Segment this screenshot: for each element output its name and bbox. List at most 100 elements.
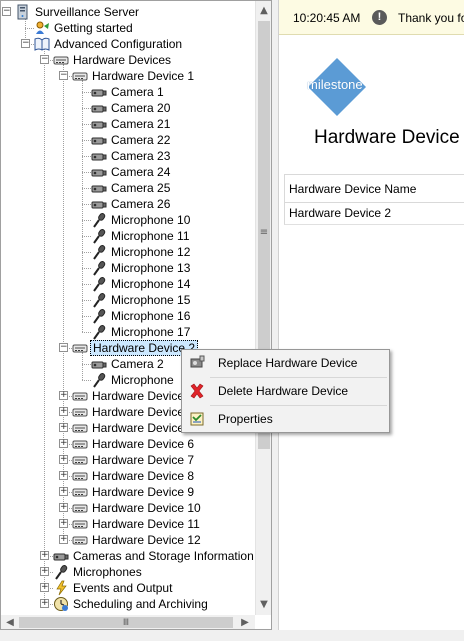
navigation-tree-pane: − Surveillance Server Getting started − Adva…	[0, 0, 272, 630]
horizontal-scroll-grip: Ⅲ	[122, 617, 130, 627]
expand-icon[interactable]: +	[59, 471, 68, 480]
tree-node-label: Camera 25	[111, 181, 171, 195]
tree-camera-1[interactable]: Camera 1	[1, 84, 255, 100]
menu-delete-hardware-device[interactable]: Delete Hardware Device	[184, 379, 387, 403]
expand-icon[interactable]: +	[59, 487, 68, 496]
horizontal-scroll-thumb[interactable]: Ⅲ	[19, 617, 233, 628]
tree-microphone-15[interactable]: Microphone 15	[1, 292, 255, 308]
tree-scheduling-and-archiving[interactable]: + Scheduling and Archiving	[1, 596, 255, 612]
scroll-up-arrow[interactable]: ▲	[256, 3, 271, 19]
camera-icon	[91, 121, 107, 129]
notification-bar: 10:20:45 AM ! Thank you for	[279, 0, 464, 35]
page-title: Hardware Device	[314, 127, 460, 148]
camera-icon	[91, 201, 107, 209]
scroll-left-arrow[interactable]: ◀	[2, 615, 18, 629]
tree-camera-21[interactable]: Camera 21	[1, 116, 255, 132]
tree-cameras-and-storage[interactable]: + Cameras and Storage Information	[1, 548, 255, 564]
column-header-hardware-device-name[interactable]: Hardware Device Name	[289, 182, 416, 196]
menu-properties[interactable]: Properties	[184, 407, 387, 431]
tree-camera-22[interactable]: Camera 22	[1, 132, 255, 148]
expand-icon[interactable]: +	[59, 503, 68, 512]
delete-icon	[190, 383, 204, 399]
menu-replace-hardware-device[interactable]: Replace Hardware Device	[184, 351, 387, 375]
tree-node-label: Microphone 10	[111, 213, 191, 227]
tree-microphone-12[interactable]: Microphone 12	[1, 244, 255, 260]
expand-icon[interactable]: +	[59, 519, 68, 528]
tree-hardware-devices[interactable]: − Hardware Devices	[1, 52, 255, 68]
expand-icon[interactable]: +	[40, 583, 49, 592]
scroll-grip: ≡	[259, 227, 269, 238]
menu-item-label: Replace Hardware Device	[218, 356, 358, 370]
tree-node-label: Hardware Device 11	[92, 517, 200, 531]
tree-camera-26[interactable]: Camera 26	[1, 196, 255, 212]
tree-node-label: Hardware Device 10	[92, 501, 201, 515]
table-row[interactable]: Hardware Device 2	[284, 202, 464, 225]
tree-microphones[interactable]: + Microphones	[1, 564, 255, 580]
tree-hardware-device-1[interactable]: − Hardware Device 1	[1, 68, 255, 84]
tree-advanced-configuration[interactable]: − Advanced Configuration	[1, 36, 255, 52]
expand-icon[interactable]: +	[59, 455, 68, 464]
collapse-icon[interactable]: −	[40, 55, 49, 64]
tree-hardware-device-10[interactable]: + Hardware Device 10	[1, 500, 255, 516]
notification-time: 10:20:45 AM	[293, 11, 361, 25]
camera-icon	[91, 137, 107, 145]
server-icon	[17, 4, 28, 20]
collapse-icon[interactable]: −	[2, 7, 11, 16]
tree-events-and-output[interactable]: + Events and Output	[1, 580, 255, 596]
table-cell-hardware-device-name: Hardware Device 2	[289, 206, 392, 220]
scroll-down-arrow[interactable]: ▼	[256, 597, 271, 613]
menu-separator	[210, 377, 387, 378]
collapse-icon[interactable]: −	[59, 71, 68, 80]
microphone-icon	[93, 229, 106, 244]
expand-icon[interactable]: +	[40, 599, 49, 608]
tree-hardware-device-7[interactable]: + Hardware Device 7	[1, 452, 255, 468]
tree-camera-25[interactable]: Camera 25	[1, 180, 255, 196]
tree-hardware-device-11[interactable]: + Hardware Device 11	[1, 516, 255, 532]
expand-icon[interactable]: +	[59, 439, 68, 448]
microphone-icon	[93, 261, 106, 276]
camera-icon	[91, 105, 107, 113]
expand-icon[interactable]: +	[40, 551, 49, 560]
tree-surveillance-server[interactable]: − Surveillance Server	[1, 4, 255, 20]
tree-camera-24[interactable]: Camera 24	[1, 164, 255, 180]
expand-icon[interactable]: +	[40, 567, 49, 576]
logo-text: milestone	[307, 77, 363, 92]
tree-node-label: Camera 2	[111, 357, 164, 371]
alert-icon: !	[372, 10, 387, 25]
hardware-device-icon	[72, 520, 88, 529]
expand-icon[interactable]: +	[59, 391, 68, 400]
tree-vertical-scrollbar[interactable]: ▲ ≡ ▼	[255, 1, 271, 615]
hardware-device-icon	[72, 472, 88, 481]
collapse-icon[interactable]: −	[21, 39, 30, 48]
replace-hardware-icon	[190, 355, 205, 368]
microphone-icon	[93, 213, 106, 228]
hardware-device-icon	[72, 72, 88, 81]
expand-icon[interactable]: +	[59, 407, 68, 416]
events-icon	[56, 580, 67, 596]
collapse-icon[interactable]: −	[59, 343, 68, 352]
tree-node-label: Surveillance Server	[35, 5, 140, 19]
tree-node-label: Hardware Device 8	[92, 469, 195, 483]
tree-microphone-13[interactable]: Microphone 13	[1, 260, 255, 276]
tree-microphone-17[interactable]: Microphone 17	[1, 324, 255, 340]
expand-icon[interactable]: +	[59, 423, 68, 432]
tree-camera-20[interactable]: Camera 20	[1, 100, 255, 116]
tree-hardware-device-9[interactable]: + Hardware Device 9	[1, 484, 255, 500]
tree-hardware-device-12[interactable]: + Hardware Device 12	[1, 532, 255, 548]
tree-hardware-device-6[interactable]: + Hardware Device 6	[1, 436, 255, 452]
camera-icon	[91, 89, 107, 97]
tree-node-label: Hardware Device 7	[92, 453, 195, 467]
scroll-right-arrow[interactable]: ▶	[237, 615, 253, 629]
tree-camera-23[interactable]: Camera 23	[1, 148, 255, 164]
tree-node-label: Microphone 11	[111, 229, 190, 243]
camera-icon	[91, 169, 107, 177]
tree-hardware-device-8[interactable]: + Hardware Device 8	[1, 468, 255, 484]
expand-icon[interactable]: +	[59, 535, 68, 544]
tree-microphone-11[interactable]: Microphone 11	[1, 228, 255, 244]
tree-microphone-16[interactable]: Microphone 16	[1, 308, 255, 324]
tree-getting-started[interactable]: Getting started	[1, 20, 255, 36]
tree-microphone-10[interactable]: Microphone 10	[1, 212, 255, 228]
tree-horizontal-scrollbar[interactable]: ◀ Ⅲ ▶	[1, 615, 255, 629]
tree-microphone-14[interactable]: Microphone 14	[1, 276, 255, 292]
table-header: Hardware Device Name	[284, 174, 464, 203]
